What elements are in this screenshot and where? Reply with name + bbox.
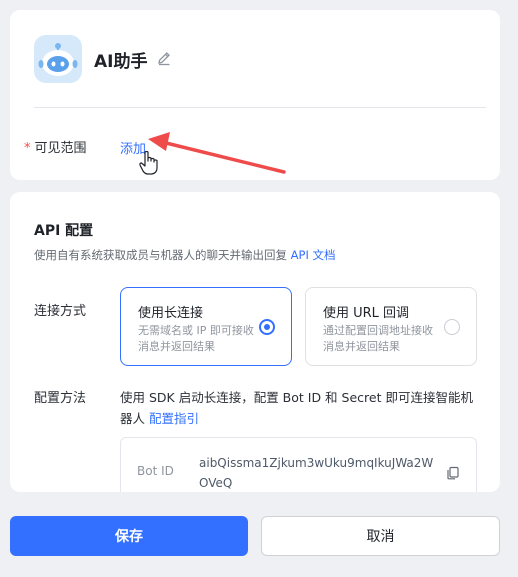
hand-cursor-icon [139,150,158,175]
robot-avatar-icon [34,35,82,83]
api-config-card: API 配置 使用自有系统获取成员与机器人的聊天并输出回复 API 文档 连接方… [10,192,500,492]
option-title: 使用 URL 回调 [323,306,410,321]
radio-selected-icon[interactable] [259,319,275,335]
visibility-label: * 可见范围 [24,141,87,156]
required-mark: * [24,141,31,156]
bot-id-label: Bot ID [137,464,174,478]
option-long-connection[interactable]: 使用长连接 无需域名或 IP 即可接收消息并返回结果 [120,287,292,366]
save-button[interactable]: 保存 [10,516,248,556]
cancel-button[interactable]: 取消 [261,516,500,556]
pencil-icon[interactable] [156,50,172,66]
connection-method-label: 连接方式 [34,304,87,319]
config-method-text: 使用 SDK 启动长连接，配置 Bot ID 和 Secret 即可连接智能机器… [120,390,473,426]
section-description: 使用自有系统获取成员与机器人的聊天并输出回复 API 文档 [34,248,336,262]
api-doc-link[interactable]: API 文档 [291,248,336,262]
bot-name: AI助手 [94,52,148,72]
copy-icon[interactable] [446,465,460,480]
option-description: 通过配置回调地址接收消息并返回结果 [323,324,433,353]
radio-unselected-icon[interactable] [444,319,460,335]
divider [34,107,486,108]
option-url-callback[interactable]: 使用 URL 回调 通过配置回调地址接收消息并返回结果 [305,287,477,366]
config-method-label: 配置方法 [34,391,87,406]
option-title: 使用长连接 [138,306,204,321]
config-guide-link[interactable]: 配置指引 [149,411,199,426]
option-description: 无需域名或 IP 即可接收消息并返回结果 [138,324,254,353]
section-title: API 配置 [34,223,94,239]
bot-id-value: aibQissma1Zjkum3wUku9mqIkuJWa2WOVeQ [199,456,434,490]
annotation-arrow-icon [148,132,286,174]
bot-id-box: Bot ID aibQissma1Zjkum3wUku9mqIkuJWa2WOV… [120,437,477,492]
